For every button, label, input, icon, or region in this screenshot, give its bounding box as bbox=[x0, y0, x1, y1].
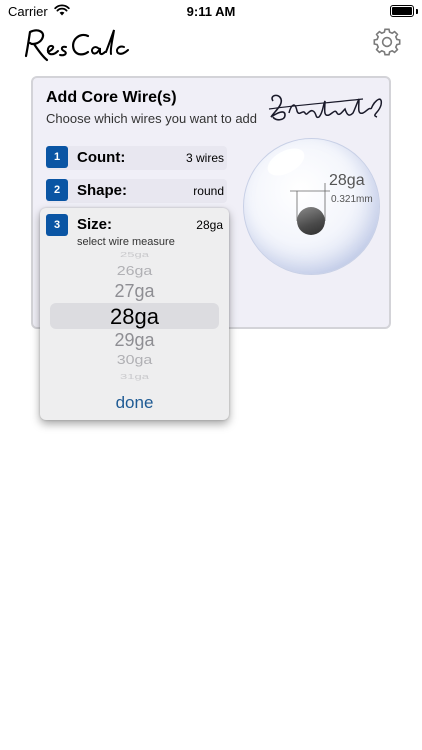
wheel-option[interactable]: 30ga bbox=[40, 354, 229, 368]
size-picker-popover[interactable]: 3 Size: 28ga select wire measure 25ga 26… bbox=[40, 208, 229, 420]
count-value: 3 wires bbox=[185, 151, 224, 165]
done-button[interactable]: done bbox=[40, 393, 229, 413]
wheel-option[interactable]: 25ga bbox=[40, 250, 229, 258]
shape-label: Shape: bbox=[77, 182, 128, 199]
step-badge: 2 bbox=[46, 179, 68, 201]
wire-cross-section bbox=[297, 207, 325, 235]
count-label: Count: bbox=[77, 149, 126, 166]
shape-row[interactable]: 2 Shape: round bbox=[46, 179, 227, 203]
battery-icon bbox=[390, 5, 414, 17]
app-logo bbox=[24, 29, 129, 62]
shape-value: round bbox=[193, 184, 224, 198]
brand-signature bbox=[268, 94, 383, 121]
battery-tip bbox=[416, 9, 418, 14]
step-badge: 3 bbox=[46, 214, 68, 236]
step-badge: 1 bbox=[46, 146, 68, 168]
card-subtitle: Choose which wires you want to add bbox=[46, 111, 258, 126]
size-label: Size: bbox=[77, 216, 113, 233]
count-row[interactable]: 1 Count: 3 wires bbox=[46, 146, 227, 170]
size-value: 28ga bbox=[196, 218, 223, 232]
status-time: 9:11 AM bbox=[186, 4, 236, 19]
wheel-option[interactable]: 31ga bbox=[40, 372, 229, 380]
preview-diameter: 0.321mm bbox=[331, 194, 373, 205]
wheel-option[interactable]: 29ga bbox=[40, 330, 229, 351]
preview-gauge: 28ga bbox=[329, 172, 365, 189]
gear-icon[interactable] bbox=[373, 28, 401, 56]
wheel-option-selected[interactable]: 28ga bbox=[40, 304, 229, 330]
status-bar: Carrier 9:11 AM bbox=[0, 0, 422, 24]
wire-preview-bubble: 28ga 0.321mm bbox=[243, 138, 380, 275]
card-title: Add Core Wire(s) bbox=[46, 89, 177, 106]
gauge-wheel[interactable]: 25ga 26ga 27ga 28ga 29ga 30ga 31ga bbox=[40, 246, 229, 388]
wheel-option[interactable]: 27ga bbox=[40, 281, 229, 302]
wheel-option[interactable]: 26ga bbox=[40, 265, 229, 279]
